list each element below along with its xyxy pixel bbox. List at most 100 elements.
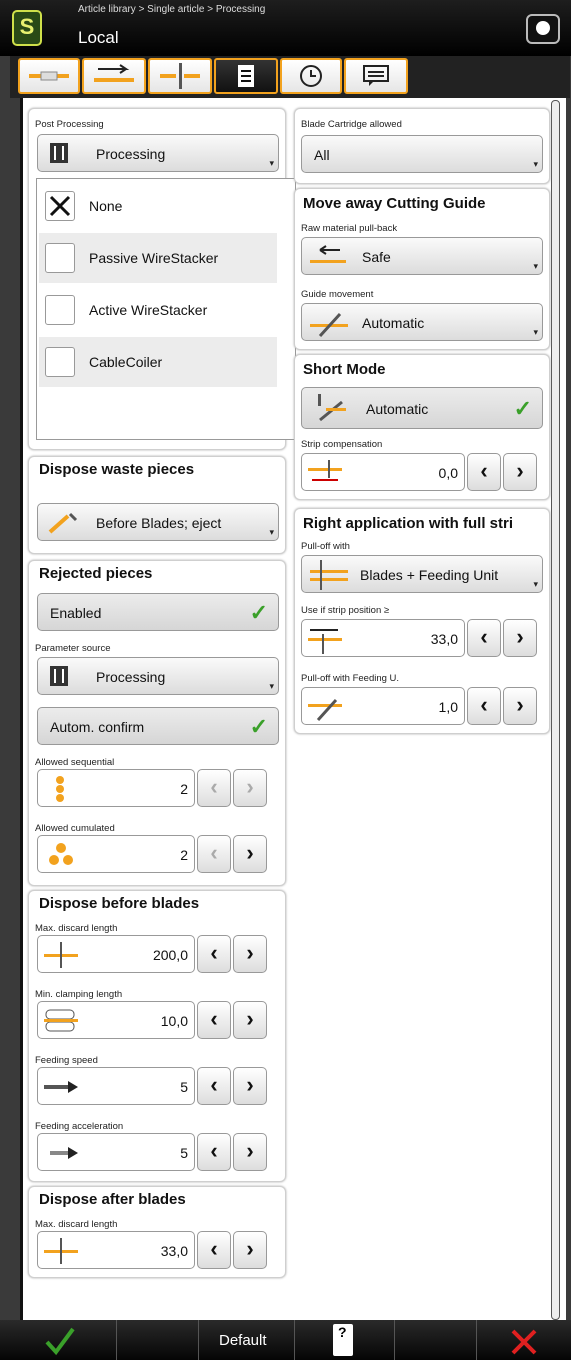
confirm-button[interactable] (0, 1320, 116, 1360)
decrement-button[interactable]: ‹ (197, 1067, 231, 1105)
title-bar: S Article library > Single article > Pro… (0, 0, 571, 56)
list-item-label: Active WireStacker (89, 302, 208, 318)
seq-label: Allowed sequential (35, 757, 115, 768)
increment-button[interactable]: › (503, 687, 537, 725)
accel-field[interactable]: 5 (37, 1133, 195, 1171)
empty-button[interactable] (116, 1320, 198, 1360)
auto-guide-icon (310, 312, 348, 338)
strip-comp-field[interactable]: 0,0 (301, 453, 465, 491)
increment-button[interactable]: › (233, 769, 267, 807)
dropdown-value: Blades + Feeding Unit (360, 567, 499, 583)
increment-button[interactable]: › (233, 1133, 267, 1171)
autom-confirm-toggle[interactable]: Autom. confirm ✓ (37, 707, 279, 745)
accel-label: Feeding acceleration (35, 1121, 124, 1132)
decrement-button[interactable]: ‹ (197, 1231, 231, 1269)
max-discard-field[interactable]: 200,0 (37, 935, 195, 973)
decrement-button[interactable]: ‹ (467, 687, 501, 725)
list-item-cablecoiler[interactable]: CableCoiler (39, 337, 277, 387)
param-source-dropdown[interactable]: Processing ▾ (37, 657, 279, 695)
save-icon: ? (333, 1324, 353, 1356)
toggle-label: Autom. confirm (50, 719, 145, 735)
decrement-button[interactable]: ‹ (467, 619, 501, 657)
increment-button[interactable]: › (233, 935, 267, 973)
checkbox[interactable] (45, 295, 75, 325)
increment-button[interactable]: › (503, 453, 537, 491)
forward-button[interactable] (526, 14, 560, 44)
cumulated-icon (49, 843, 73, 865)
pull-off-feeding-field[interactable]: 1,0 (301, 687, 465, 725)
list-item-active-wirestacker[interactable]: Active WireStacker (39, 285, 277, 335)
tab-message[interactable] (344, 58, 408, 94)
checkmark-icon: ✓ (513, 396, 532, 421)
tab-list[interactable] (214, 58, 278, 94)
tab-cut[interactable] (148, 58, 212, 94)
checkmark-icon: ✓ (249, 600, 268, 625)
speed-field[interactable]: 5 (37, 1067, 195, 1105)
max-discard-label: Max. discard length (35, 923, 118, 934)
section-heading: Rejected pieces (39, 565, 153, 582)
clamp-label: Min. clamping length (35, 989, 123, 1000)
clamp-icon (44, 1009, 78, 1032)
tab-feed[interactable] (82, 58, 146, 94)
post-processing-dropdown[interactable]: Processing ▾ (37, 134, 279, 172)
dispose-waste-panel: Dispose waste pieces Before Blades; ejec… (28, 456, 286, 554)
decrement-button[interactable]: ‹ (197, 769, 231, 807)
decrement-button[interactable]: ‹ (197, 835, 231, 873)
cum-field[interactable]: 2 (37, 835, 195, 873)
increment-button[interactable]: › (503, 619, 537, 657)
checkmark-icon (45, 1327, 75, 1356)
dropdown-caret-icon: ▾ (269, 527, 274, 537)
field-value: 33,0 (160, 1243, 188, 1259)
field-value: 0,0 (438, 465, 458, 481)
post-processing-list: None Passive WireStacker Active WireStac… (36, 178, 296, 440)
use-if-label: Use if strip position ≥ (301, 605, 390, 616)
clock-icon (300, 65, 322, 87)
list-icon (238, 65, 254, 87)
save-button[interactable]: ? (294, 1320, 394, 1360)
guide-movement-dropdown[interactable]: Automatic ▾ (301, 303, 543, 341)
pull-off-dropdown[interactable]: Blades + Feeding Unit ▾ (301, 555, 543, 593)
dispose-waste-dropdown[interactable]: Before Blades; eject ▾ (37, 503, 279, 541)
decrement-button[interactable]: ‹ (197, 1001, 231, 1039)
strip-comp-label: Strip compensation (301, 439, 383, 450)
cancel-button[interactable] (476, 1320, 571, 1360)
enabled-toggle[interactable]: Enabled ✓ (37, 593, 279, 631)
decrement-button[interactable]: ‹ (467, 453, 501, 491)
tab-clock[interactable] (280, 58, 342, 94)
post-processing-label: Post Processing (35, 119, 104, 130)
decrement-button[interactable]: ‹ (197, 1133, 231, 1171)
checkbox[interactable] (45, 191, 75, 221)
increment-button[interactable]: › (233, 1231, 267, 1269)
field-value: 5 (180, 1145, 188, 1161)
increment-button[interactable]: › (233, 835, 267, 873)
dropdown-value: Processing (96, 669, 166, 685)
default-button[interactable]: Default (198, 1320, 294, 1360)
empty-button[interactable] (394, 1320, 476, 1360)
list-item-passive-wirestacker[interactable]: Passive WireStacker (39, 233, 277, 283)
seq-field[interactable]: 2 (37, 769, 195, 807)
list-item-label: Passive WireStacker (89, 250, 219, 266)
short-mode-icon (318, 394, 346, 422)
scrollbar[interactable] (551, 100, 560, 1320)
list-item-none[interactable]: None (39, 181, 277, 231)
clamp-field[interactable]: 10,0 (37, 1001, 195, 1039)
dropdown-caret-icon: ▾ (533, 159, 538, 169)
decrement-button[interactable]: ‹ (197, 935, 231, 973)
dropdown-value: Before Blades; eject (96, 515, 222, 531)
tab-cable[interactable] (18, 58, 80, 94)
pull-back-dropdown[interactable]: Safe ▾ (301, 237, 543, 275)
increment-button[interactable]: › (233, 1001, 267, 1039)
blade-cartridge-dropdown[interactable]: All ▾ (301, 135, 543, 173)
short-mode-toggle[interactable]: Automatic ✓ (301, 387, 543, 429)
toggle-label: Automatic (366, 401, 429, 417)
page-title: Local (78, 28, 119, 47)
cable-icon (29, 71, 69, 81)
increment-button[interactable]: › (233, 1067, 267, 1105)
strip-compensation-icon (308, 460, 342, 481)
checkbox[interactable] (45, 243, 75, 273)
checkbox[interactable] (45, 347, 75, 377)
footer-bar: Default ? (0, 1320, 571, 1360)
dropdown-caret-icon: ▾ (533, 579, 538, 589)
max-discard-field[interactable]: 33,0 (37, 1231, 195, 1269)
use-if-field[interactable]: 33,0 (301, 619, 465, 657)
